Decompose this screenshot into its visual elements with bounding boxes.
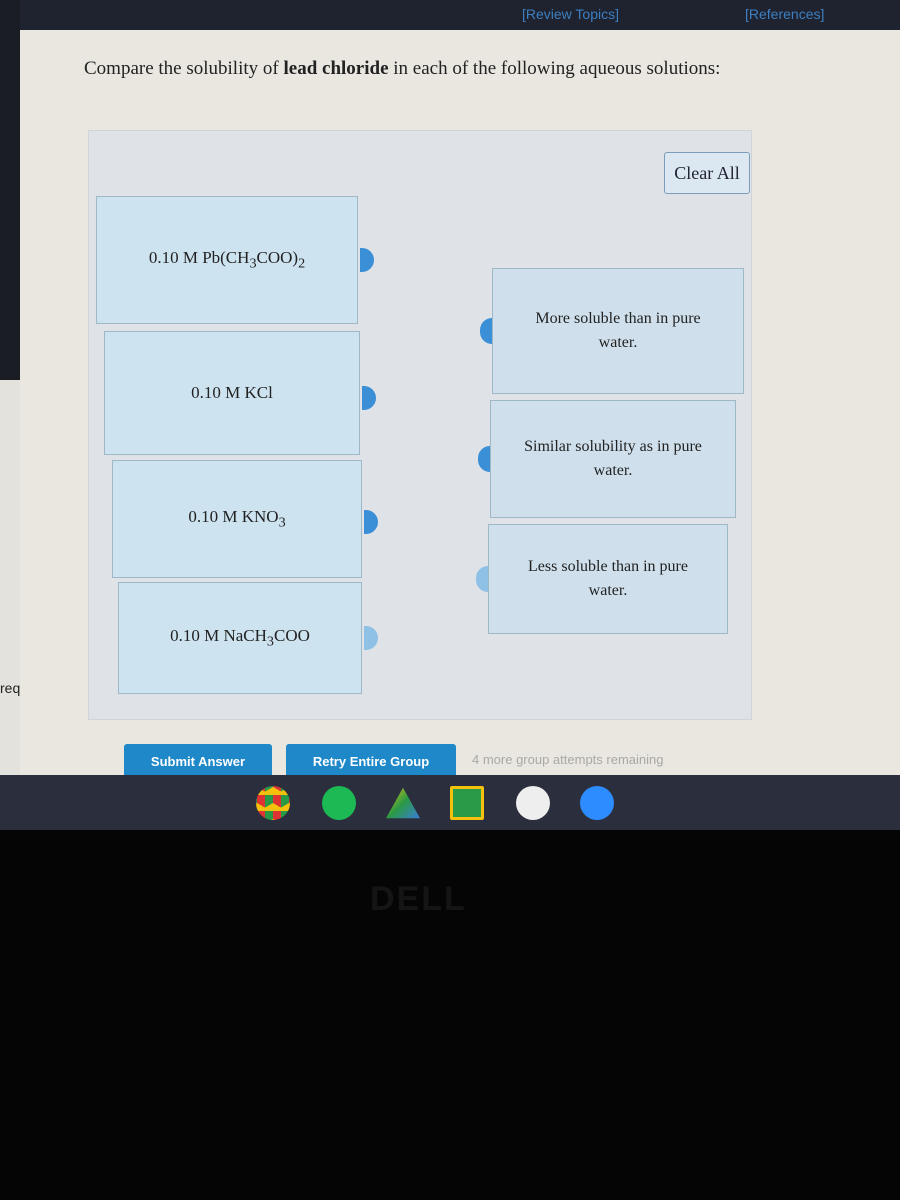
draggable-item-na-acetate[interactable]: 0.10 M NaCH3COO: [118, 582, 362, 694]
classroom-icon[interactable]: [450, 786, 484, 820]
play-store-icon[interactable]: [516, 786, 550, 820]
retry-entire-group-button[interactable]: Retry Entire Group: [286, 744, 456, 778]
draggable-item-kcl[interactable]: 0.10 M KCl: [104, 331, 360, 455]
target-label: Similar solubility as in pure: [524, 438, 702, 455]
item-label: 0.10 M KCl: [191, 383, 273, 402]
review-topics-link[interactable]: [Review Topics]: [522, 6, 619, 22]
draggable-item-pb-acetate[interactable]: 0.10 M Pb(CH3COO)2: [96, 196, 358, 324]
item-label: 0.10 M NaCH3COO: [170, 625, 310, 650]
zoom-icon[interactable]: [580, 786, 614, 820]
question-suffix: in each of the following aqueous solutio…: [388, 58, 721, 79]
left-partial-pane: [0, 380, 20, 775]
submit-answer-button[interactable]: Submit Answer: [124, 744, 272, 778]
attempts-remaining: 4 more group attempts remaining: [472, 752, 664, 767]
item-label: 0.10 M Pb(CH3COO)2: [148, 247, 306, 272]
dell-logo: DELL: [370, 880, 467, 918]
question-text: Compare the solubility of lead chloride …: [84, 58, 720, 80]
partial-sidebar-text: req: [0, 680, 21, 696]
target-label: water.: [593, 462, 633, 479]
item-label: 0.10 M KNO3: [188, 506, 286, 531]
drop-target-more-soluble[interactable]: More soluble than in pure water.: [492, 268, 744, 394]
question-prefix: Compare the solubility of: [84, 58, 284, 79]
draggable-item-kno3[interactable]: 0.10 M KNO3: [112, 460, 362, 578]
target-label: water.: [588, 582, 628, 599]
target-label: More soluble than in pure: [535, 310, 701, 327]
top-bar: [Review Topics] [References]: [0, 0, 900, 32]
drop-target-similar-solubility[interactable]: Similar solubility as in pure water.: [490, 400, 736, 518]
target-label: water.: [598, 334, 638, 351]
spotify-icon[interactable]: [322, 786, 356, 820]
drop-target-less-soluble[interactable]: Less soluble than in pure water.: [488, 524, 728, 634]
references-link[interactable]: [References]: [745, 6, 824, 22]
clear-all-button[interactable]: Clear All: [664, 152, 750, 194]
target-label: Less soluble than in pure: [528, 558, 688, 575]
chrome-icon[interactable]: [256, 786, 290, 820]
question-bold: lead chloride: [283, 58, 389, 79]
